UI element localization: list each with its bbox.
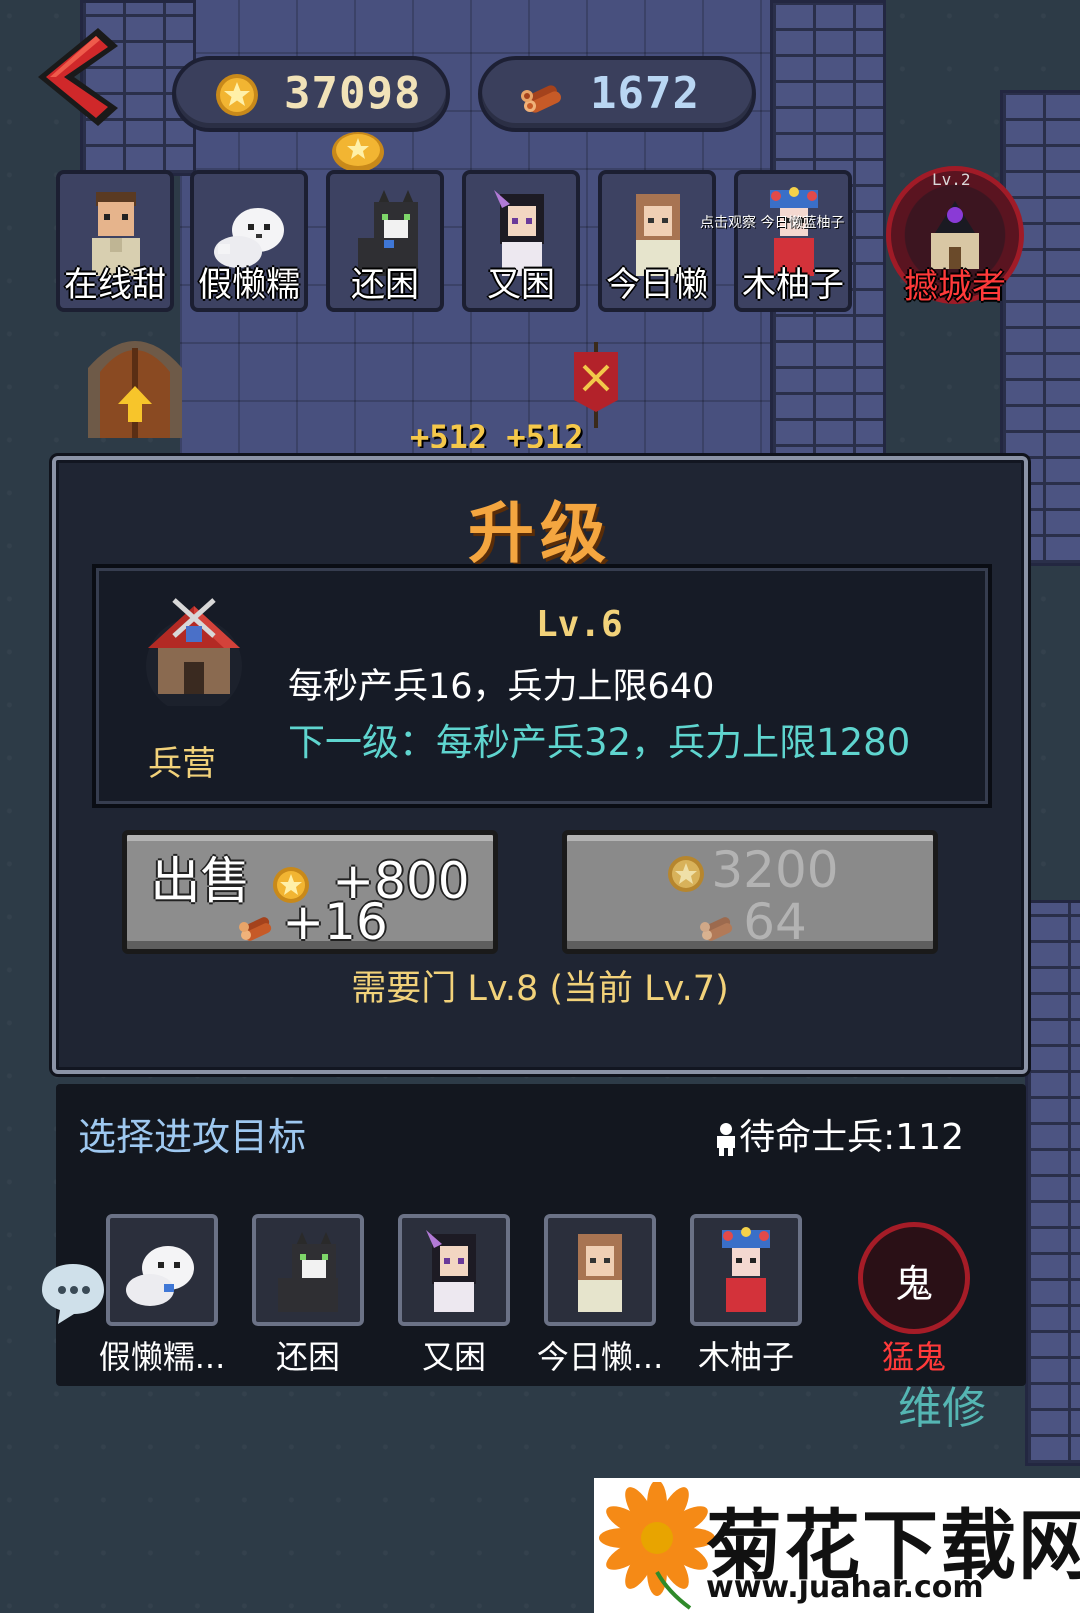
- standby-soldiers: 待命士兵:112: [713, 1108, 964, 1160]
- back-button[interactable]: [28, 22, 120, 132]
- player-name: 假懒糯: [198, 265, 300, 305]
- coins-value: 37098: [284, 68, 422, 119]
- player-name: 还困: [351, 265, 419, 305]
- wood-logs-icon: [700, 916, 733, 941]
- target-name: 今日懒...: [536, 1338, 664, 1376]
- soldier-icon: [717, 1123, 736, 1156]
- target-card-1[interactable]: [106, 1214, 218, 1326]
- target-name: 还困: [275, 1338, 340, 1376]
- gold-coin-icon: [216, 74, 258, 116]
- player-name: 今日懒: [606, 265, 708, 305]
- wood-logs-icon: [239, 916, 272, 941]
- target-card-2[interactable]: [252, 1214, 364, 1326]
- war-banner-icon[interactable]: [566, 342, 626, 428]
- barracks-icon: [146, 598, 242, 706]
- chrysanthemum-logo-icon: [599, 1482, 715, 1610]
- coins-counter: 37098: [172, 56, 450, 132]
- watermark: 菊花下载网 www.juahar.com: [594, 1478, 1080, 1613]
- player-card-5[interactable]: 今日懒: [598, 170, 716, 312]
- target-panel-title: 选择进攻目标: [78, 1115, 307, 1159]
- floating-gain-text: +512 +512: [410, 418, 584, 448]
- chat-bubble-icon[interactable]: [38, 1258, 108, 1328]
- current-stats: 每秒产兵16，兵力上限640: [288, 667, 715, 707]
- upgrade-dialog: 升级 兵营 Lv.6 每秒产兵16，兵力上限640 下一级：每秒产兵32，兵力上…: [52, 456, 1028, 1074]
- player-card-2[interactable]: 假懒糯: [190, 170, 308, 312]
- castle-door-icon[interactable]: [80, 318, 190, 438]
- back-arrow-icon: [38, 28, 118, 126]
- ghost-target[interactable]: 鬼: [858, 1222, 970, 1334]
- gold-coin-icon: [668, 855, 705, 892]
- building-info-panel: 兵营 Lv.6 每秒产兵16，兵力上限640 下一级：每秒产兵32，兵力上限12…: [92, 564, 992, 808]
- upgrade-requirement: 需要门 Lv.8 (当前 Lv.7): [351, 969, 729, 1009]
- watermark-url: www.juahar.com: [706, 1570, 984, 1605]
- boss-name: 撼城者: [904, 267, 1006, 307]
- sell-wood-value: +16: [282, 893, 388, 951]
- repair-label[interactable]: 维修: [898, 1372, 986, 1436]
- target-card-5[interactable]: [690, 1214, 802, 1326]
- floating-coin-icon: [332, 132, 384, 172]
- building-name: 兵营: [148, 744, 216, 784]
- target-card-4[interactable]: [544, 1214, 656, 1326]
- white-dog-portrait-icon: [126, 1246, 194, 1306]
- sell-wood-row: +16: [127, 893, 493, 951]
- opera-girl-portrait-icon: [722, 1227, 770, 1312]
- ghost-glyph: 鬼: [894, 1262, 933, 1306]
- upgrade-wood-row: 64: [567, 893, 933, 951]
- attack-target-panel: 选择进攻目标 待命士兵:112 假懒糯... 还困 又困 今日懒... 木柚子 …: [56, 1084, 1026, 1386]
- player-name: 在线甜: [64, 265, 166, 305]
- black-cat-portrait-icon: [278, 1232, 338, 1312]
- target-card-3[interactable]: [398, 1214, 510, 1326]
- next-level-stats: 下一级：每秒产兵32，兵力上限1280: [288, 721, 911, 764]
- upgrade-button[interactable]: 3200 64: [562, 830, 938, 954]
- building-level: Lv.6: [536, 604, 623, 645]
- target-name: 又困: [421, 1338, 486, 1376]
- upgrade-coins-row: 3200: [567, 841, 933, 899]
- upgrade-wood-cost: 64: [743, 893, 807, 951]
- standby-label: 待命士兵:: [739, 1117, 896, 1158]
- player-card-3[interactable]: 还困: [326, 170, 444, 312]
- observe-tooltip: 点击观察 今日懒蓝柚子: [700, 215, 845, 231]
- woman-portrait-icon: [578, 1234, 622, 1312]
- sell-button[interactable]: 出售 +800 +16: [122, 830, 498, 954]
- player-name: 木柚子: [742, 265, 844, 305]
- standby-count: 112: [895, 1117, 964, 1158]
- boss-level: Lv.2: [932, 170, 971, 189]
- wood-value: 1672: [590, 68, 700, 119]
- girl-portrait-icon: [426, 1230, 476, 1312]
- target-name: 木柚子: [697, 1338, 794, 1376]
- wood-logs-icon: [521, 85, 561, 113]
- player-card-6[interactable]: 木柚子: [734, 170, 852, 312]
- player-card-1[interactable]: 在线甜: [56, 170, 174, 312]
- target-name: 假懒糯...: [98, 1338, 226, 1376]
- boss-card[interactable]: Lv.2 撼城者: [886, 166, 1024, 308]
- dialog-title: 升级: [468, 495, 612, 572]
- upgrade-coins-cost: 3200: [711, 841, 839, 899]
- wood-counter: 1672: [478, 56, 756, 132]
- castle-wall-lower-right: [1025, 900, 1080, 1466]
- player-card-4[interactable]: 又困: [462, 170, 580, 312]
- player-name: 又困: [487, 265, 555, 305]
